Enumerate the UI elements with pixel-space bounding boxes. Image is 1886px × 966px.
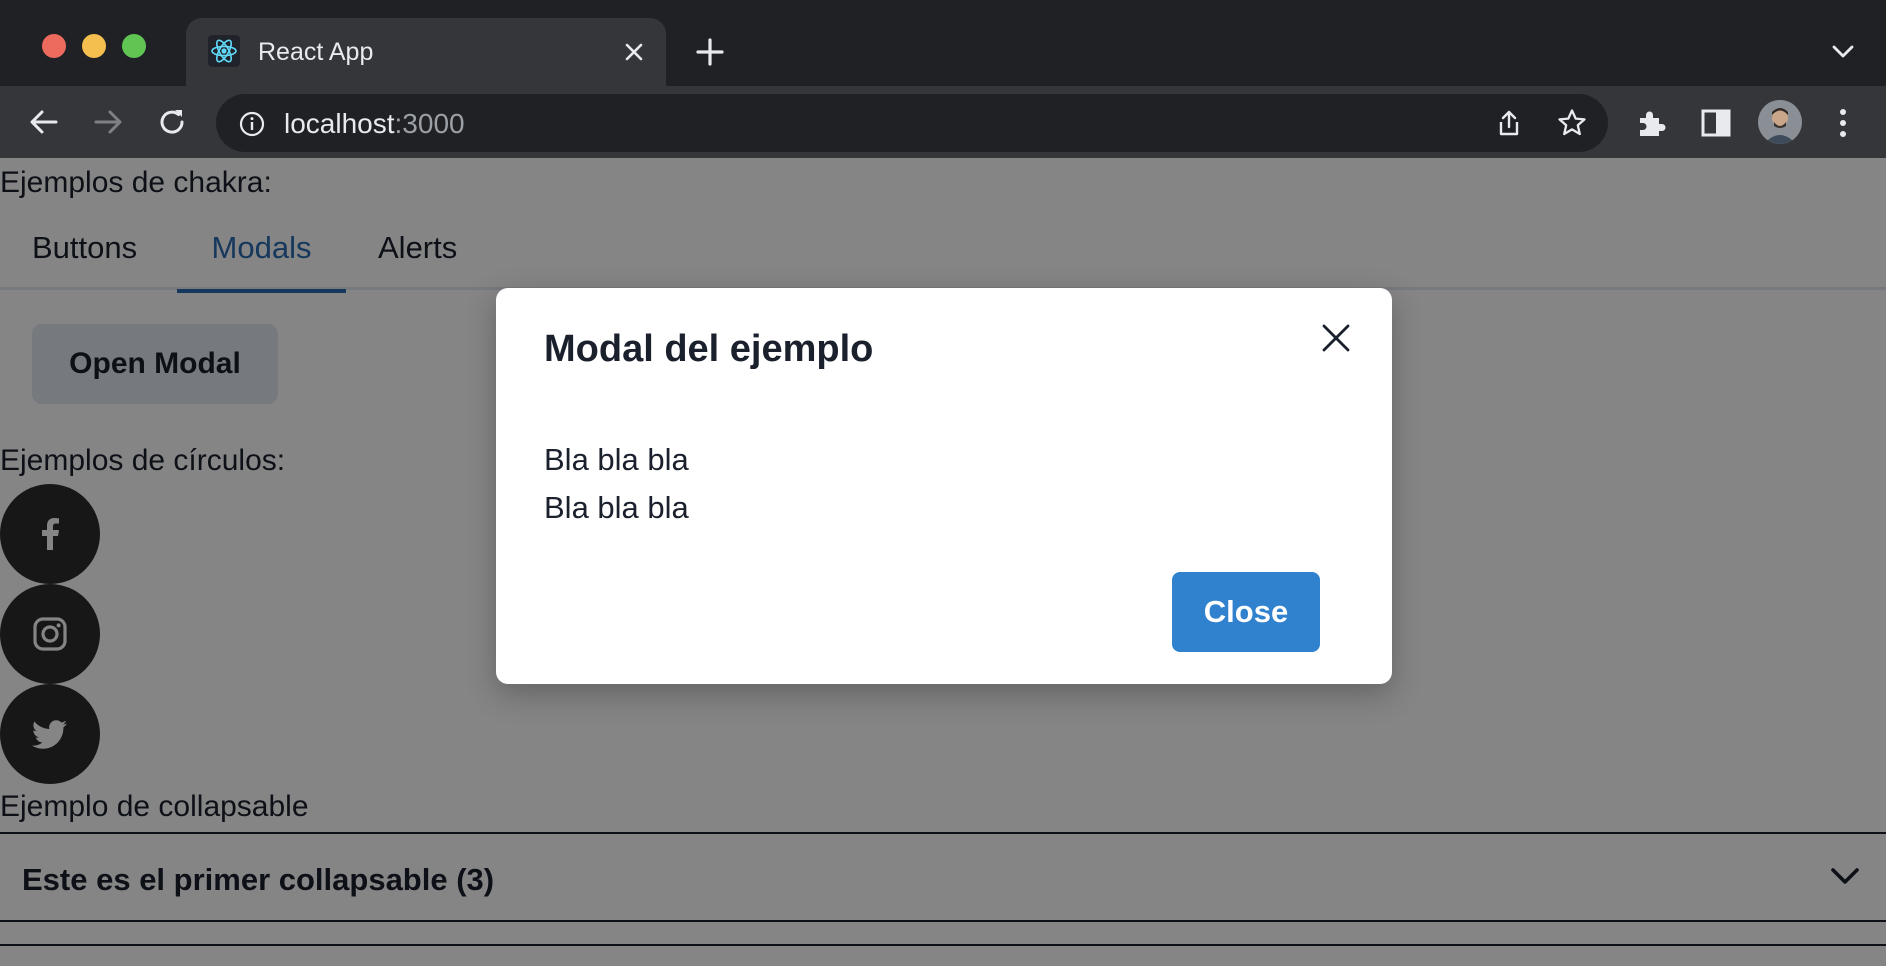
modal-body: Bla bla bla Bla bla bla [544,436,689,532]
close-button[interactable]: Close [1172,572,1320,652]
kebab-icon[interactable] [1836,106,1850,140]
side-panel-icon[interactable] [1700,108,1732,138]
browser-toolbar: localhost:3000 [0,86,1886,158]
tab-title: React App [258,38,374,66]
puzzle-icon[interactable] [1634,106,1668,140]
avatar[interactable] [1758,100,1802,144]
address-bar[interactable]: localhost:3000 [216,94,1608,152]
window-maximize-button[interactable] [122,34,146,58]
url-text[interactable]: localhost:3000 [284,108,465,140]
star-icon[interactable] [1556,107,1588,139]
browser-tab-bar: React App [0,0,1886,86]
info-icon[interactable] [238,110,266,138]
url-host: localhost [284,108,395,139]
window-close-button[interactable] [42,34,66,58]
page-viewport: Ejemplos de chakra: Buttons Modals Alert… [0,158,1886,966]
modal-dialog: Modal del ejemplo Bla bla bla Bla bla bl… [496,288,1392,684]
share-icon[interactable] [1494,108,1524,138]
close-icon[interactable] [1316,318,1356,358]
forward-icon[interactable] [90,104,126,140]
react-favicon [208,35,240,67]
back-icon[interactable] [26,104,62,140]
modal-title: Modal del ejemplo [544,328,874,370]
chevron-down-icon[interactable] [1828,40,1858,64]
window-minimize-button[interactable] [82,34,106,58]
modal-body-line: Bla bla bla [544,490,689,525]
browser-tab-active[interactable]: React App [186,18,666,86]
modal-body-line: Bla bla bla [544,442,689,477]
reload-icon[interactable] [154,104,190,140]
plus-icon[interactable] [694,36,726,68]
avatar-image [1758,100,1802,144]
close-icon[interactable] [620,38,648,66]
url-port: :3000 [394,108,465,139]
